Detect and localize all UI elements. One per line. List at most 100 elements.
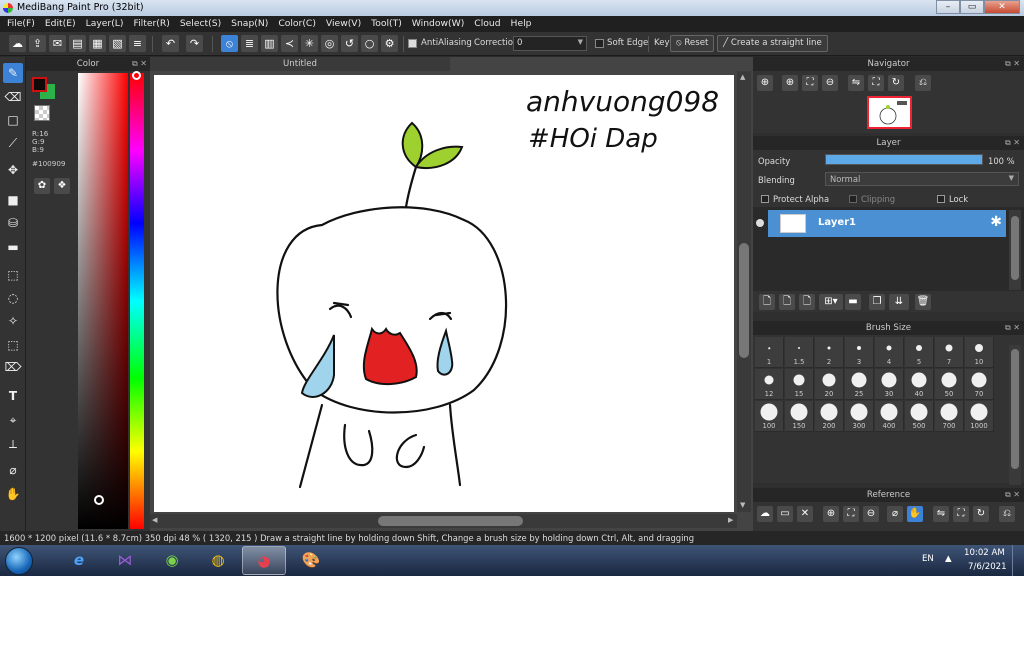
circle-snap-icon[interactable]: ◎ — [321, 35, 338, 52]
zoom-out-icon[interactable]: ⊖ — [822, 75, 838, 91]
menu-snap[interactable]: Snap(N) — [226, 16, 273, 32]
start-button[interactable] — [5, 547, 33, 575]
show-desktop-button[interactable] — [1012, 545, 1024, 576]
document-tab[interactable]: Untitled — [150, 57, 450, 71]
panel-popout-icon[interactable]: ⧉ ✕ — [1005, 136, 1020, 150]
brush-size-option[interactable]: 5 — [905, 337, 934, 368]
upload-icon[interactable]: ⇪ — [29, 35, 46, 52]
fit-screen-icon[interactable]: ⛶ — [953, 506, 969, 522]
zoom-in-icon[interactable]: ⊕ — [823, 506, 839, 522]
brush-size-option[interactable]: 50 — [935, 369, 964, 400]
brush-size-option[interactable]: 4 — [875, 337, 904, 368]
brush-size-option[interactable]: 40 — [905, 369, 934, 400]
layer-row[interactable]: Layer1 ✱ — [768, 210, 1006, 237]
zoom-in-icon[interactable]: ⊕ — [782, 75, 798, 91]
trash-icon[interactable]: 🗑 — [915, 294, 931, 310]
menu-color[interactable]: Color(C) — [273, 16, 321, 32]
create-straight-line-button[interactable]: ╱ Create a straight line — [717, 35, 828, 52]
cloud-icon[interactable]: ☁ — [9, 35, 26, 52]
clock-time[interactable]: 10:02 AM — [964, 548, 1005, 558]
perspective-snap-icon[interactable]: ≺ — [281, 35, 298, 52]
reset-view-icon[interactable]: ⎌ — [915, 75, 931, 91]
foreground-color-swatch[interactable] — [32, 77, 47, 92]
layer-list-scrollbar[interactable] — [1009, 210, 1021, 290]
brush-size-option[interactable]: 12 — [755, 369, 784, 400]
brush-size-option[interactable]: 15 — [785, 369, 814, 400]
medibang-taskbar-icon[interactable]: ◕ — [242, 546, 286, 575]
no-snap-icon[interactable]: ⦸ — [221, 35, 238, 52]
new-8bit-layer-icon[interactable]: 🗋 — [799, 294, 815, 310]
fit-to-window-icon[interactable]: ⛶ — [802, 75, 818, 91]
tray-expand-icon[interactable]: ▲ — [945, 554, 952, 564]
antialiasing-checkbox[interactable] — [408, 39, 417, 48]
menu-help[interactable]: Help — [506, 16, 537, 32]
fill-shape-tool-icon[interactable]: ■ — [3, 190, 23, 210]
panel-popout-icon[interactable]: ⧉ ✕ — [1005, 488, 1020, 502]
canvas-vertical-scrollbar[interactable]: ▲ ▼ — [737, 71, 751, 512]
layer-scroll-thumb[interactable] — [1011, 216, 1019, 280]
scroll-down-icon[interactable]: ▼ — [740, 501, 745, 509]
undo-icon[interactable]: ↶ — [162, 35, 179, 52]
zoom-in-icon[interactable]: ⊕ — [757, 75, 773, 91]
maximize-button[interactable]: ▭ — [960, 0, 984, 14]
grid-snap-icon[interactable]: ▥ — [261, 35, 278, 52]
protect-alpha-checkbox[interactable] — [761, 195, 769, 203]
lasso-tool-icon[interactable]: ◌ — [3, 288, 23, 308]
brush-size-option[interactable]: 400 — [875, 401, 904, 432]
brush-size-option[interactable]: 1 — [755, 337, 784, 368]
language-indicator[interactable]: EN — [922, 554, 934, 564]
flip-horizontal-icon[interactable]: ⇋ — [848, 75, 864, 91]
saturation-value-picker[interactable] — [78, 73, 128, 529]
duplicate-layer-icon[interactable]: ❐ — [869, 294, 885, 310]
coccoc-browser-icon[interactable]: ◉ — [150, 546, 194, 575]
gear-icon[interactable]: ✱ — [990, 214, 1002, 230]
menu-filter[interactable]: Filter(R) — [129, 16, 175, 32]
radial-snap-icon[interactable]: ✳ — [301, 35, 318, 52]
bucket-tool-icon[interactable]: ⛁ — [3, 213, 23, 233]
menu-view[interactable]: View(V) — [321, 16, 366, 32]
menu-edit[interactable]: Edit(E) — [40, 16, 81, 32]
select-pen-tool-icon[interactable]: ⬚ — [3, 335, 23, 355]
select-tool-icon[interactable]: ⬚ — [3, 265, 23, 285]
panel-popout-icon[interactable]: ⧉ ✕ — [1005, 321, 1020, 335]
brush-size-option[interactable]: 1.5 — [785, 337, 814, 368]
open-folder-icon[interactable]: ▭ — [777, 506, 793, 522]
eraser-tool-icon[interactable]: ⌫ — [3, 87, 23, 107]
opacity-slider[interactable] — [825, 154, 983, 165]
hue-slider[interactable] — [130, 73, 144, 529]
brush-size-option[interactable]: 2 — [815, 337, 844, 368]
lock-checkbox[interactable] — [937, 195, 945, 203]
soft-edge-checkbox[interactable] — [595, 39, 604, 48]
cloud-download-icon[interactable]: ☁ — [757, 506, 773, 522]
transparent-color-swatch[interactable] — [34, 105, 50, 121]
chat-icon[interactable]: ▤ — [69, 35, 86, 52]
internet-explorer-icon[interactable]: e — [57, 546, 101, 575]
panel-popout-icon[interactable]: ⧉ ✕ — [132, 57, 147, 71]
vertical-scroll-thumb[interactable] — [739, 243, 749, 358]
hand-tool-icon[interactable]: ✋ — [3, 484, 23, 504]
reset-view-icon[interactable]: ⎌ — [999, 506, 1015, 522]
hue-slider-handle[interactable] — [132, 71, 141, 80]
scroll-right-icon[interactable]: ▶ — [728, 516, 733, 524]
add-layer-menu-icon[interactable]: ⊞▾ — [819, 294, 843, 310]
rotate-icon[interactable]: ↻ — [973, 506, 989, 522]
chrome-icon[interactable]: ◍ — [196, 546, 240, 575]
menu-file[interactable]: File(F) — [2, 16, 40, 32]
document-icon[interactable]: ▦ — [89, 35, 106, 52]
select-eraser-tool-icon[interactable]: ⌦ — [3, 357, 23, 377]
clipping-checkbox[interactable] — [849, 195, 857, 203]
brush-size-option[interactable]: 10 — [965, 337, 994, 368]
menu-tool[interactable]: Tool(T) — [366, 16, 407, 32]
brush-size-option[interactable]: 700 — [935, 401, 964, 432]
flip-horizontal-icon[interactable]: ⇋ — [933, 506, 949, 522]
eyedropper-icon[interactable]: ⌀ — [887, 506, 903, 522]
menu-cloud[interactable]: Cloud — [469, 16, 505, 32]
minimize-button[interactable]: – — [936, 0, 960, 14]
brush-size-scrollbar[interactable] — [1009, 345, 1021, 485]
zoom-out-icon[interactable]: ⊖ — [863, 506, 879, 522]
brush-size-option[interactable]: 300 — [845, 401, 874, 432]
operation-tool-icon[interactable]: ⌖ — [3, 410, 23, 430]
close-button[interactable]: ✕ — [984, 0, 1020, 14]
brush-size-option[interactable]: 1000 — [965, 401, 994, 432]
merge-layer-icon[interactable]: ⇊ — [889, 294, 909, 310]
